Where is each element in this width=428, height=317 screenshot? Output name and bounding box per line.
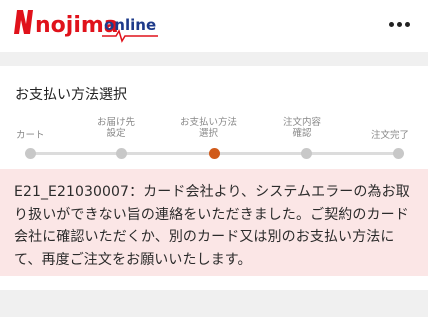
step-delivery-label: お届け先 設定 bbox=[97, 117, 135, 139]
steps-labels: カート お届け先 設定 お支払い方法 選択 注文内容 確認 注文完了 bbox=[0, 115, 428, 143]
error-message-text: E21_E21030007：カード会社より、システムエラーの為お取り扱いができな… bbox=[14, 184, 410, 268]
step-confirm-label: 注文内容 確認 bbox=[283, 117, 321, 139]
step-label-text: カート bbox=[16, 130, 45, 141]
step-dot-delivery bbox=[115, 148, 127, 159]
step-cart-label: カート bbox=[16, 130, 45, 141]
step-label-line1: お支払い方法 bbox=[180, 117, 238, 128]
step-dot-complete bbox=[392, 148, 404, 159]
step-dot-cart bbox=[24, 148, 36, 159]
step-complete-label: 注文完了 bbox=[371, 130, 409, 141]
more-dot bbox=[396, 21, 402, 27]
steps-progress-track bbox=[0, 148, 428, 160]
nojima-online-logo[interactable]: nojima online bbox=[12, 4, 162, 44]
page-title: お支払い方法選択 bbox=[15, 87, 127, 103]
more-menu-button[interactable] bbox=[384, 14, 414, 34]
step-label-line2: 設定 bbox=[106, 128, 126, 139]
spacer bbox=[0, 276, 428, 290]
step-label-line2: 選択 bbox=[199, 128, 219, 139]
error-message-box: E21_E21030007：カード会社より、システムエラーの為お取り扱いができな… bbox=[0, 169, 428, 276]
logo-graphic: nojima online bbox=[14, 10, 158, 43]
step-dot-payment bbox=[208, 148, 220, 159]
step-label-text: 注文完了 bbox=[371, 130, 410, 141]
step-payment-label: お支払い方法 選択 bbox=[180, 117, 237, 139]
more-horizontal-icon bbox=[388, 21, 394, 27]
app-header: nojima online bbox=[0, 0, 428, 52]
footer-band bbox=[0, 290, 428, 317]
logo-sub-text: online bbox=[104, 16, 156, 34]
header-divider bbox=[0, 52, 428, 66]
step-label-line2: 確認 bbox=[292, 128, 312, 139]
more-dot bbox=[404, 21, 410, 27]
step-label-line1: 注文内容 bbox=[283, 117, 322, 128]
step-label-line1: お届け先 bbox=[97, 117, 136, 128]
step-dot-confirm bbox=[300, 148, 312, 159]
